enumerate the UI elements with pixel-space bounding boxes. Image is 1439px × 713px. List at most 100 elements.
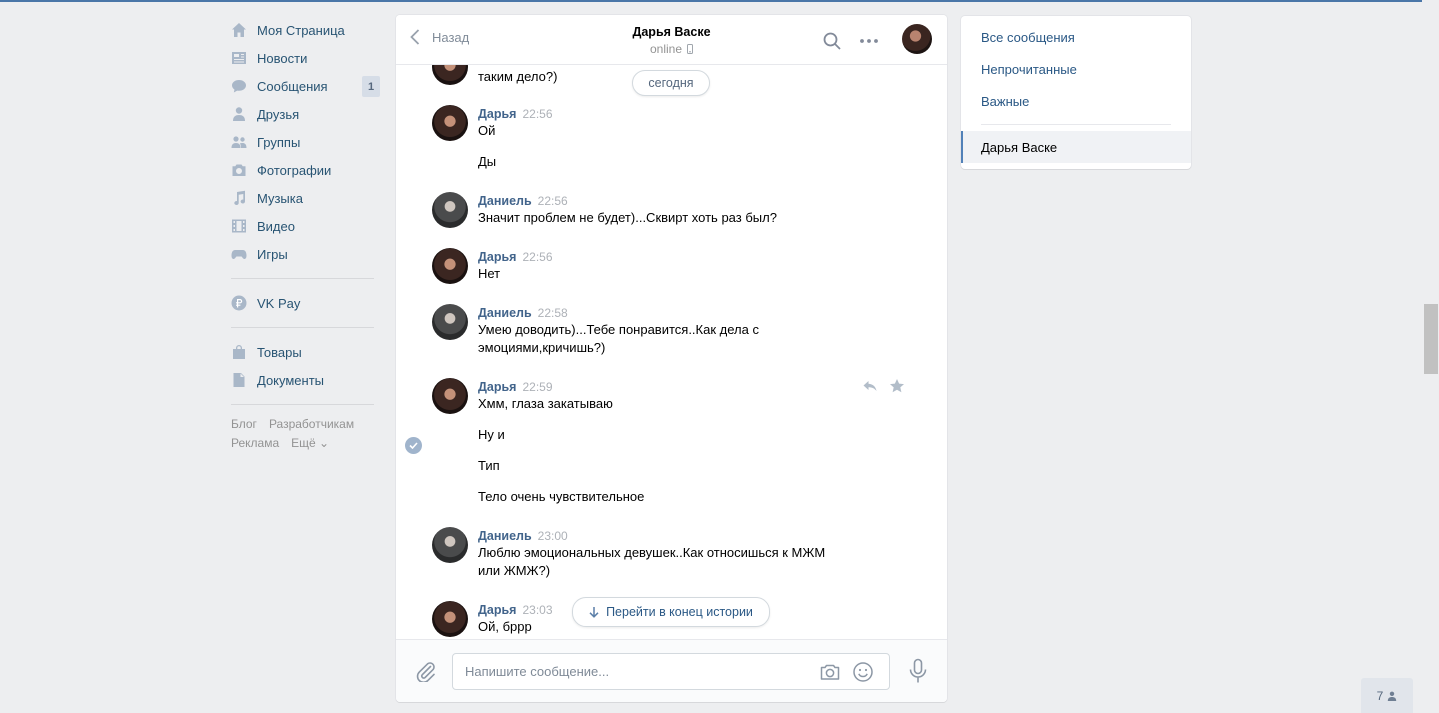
nav-item-photos[interactable]: Фотографии	[228, 156, 378, 184]
page-scrollbar-thumb[interactable]	[1424, 304, 1438, 374]
chat-header: Назад Дарья Васке online	[396, 15, 947, 65]
message-time[interactable]: 23:03	[522, 603, 552, 617]
document-icon	[230, 371, 248, 389]
date-separator: сегодня	[632, 70, 710, 96]
message-text: Ды	[478, 154, 497, 169]
reply-icon[interactable]	[862, 378, 878, 394]
nav-item-music[interactable]: Музыка	[228, 184, 378, 212]
music-icon	[230, 189, 248, 207]
author-name[interactable]: Даниель	[478, 529, 532, 543]
author-name[interactable]: Дарья	[478, 603, 516, 617]
friends-icon	[230, 105, 248, 123]
nav-item-label: Игры	[257, 246, 288, 262]
nav-divider	[231, 278, 374, 279]
nav-footer: Блог Разработчикам Реклама Ещё ⌄	[228, 415, 378, 453]
peer-avatar[interactable]	[902, 24, 932, 54]
peer-status-label: online	[649, 42, 683, 56]
message-filters-panel: Все сообщения Непрочитанные Важные Дарья…	[961, 16, 1191, 169]
user-icon	[1388, 691, 1397, 701]
nav-item-my-page[interactable]: Моя Страница	[228, 16, 378, 44]
message-time[interactable]: 23:00	[538, 529, 568, 543]
nav-item-label: Сообщения	[257, 78, 328, 94]
nav-item-label: Фотографии	[257, 162, 332, 178]
camera-icon	[230, 161, 248, 179]
avatar[interactable]	[432, 105, 468, 141]
star-icon[interactable]	[889, 378, 905, 394]
nav-item-label: Группы	[257, 134, 301, 150]
nav-item-label: VK Pay	[257, 295, 301, 311]
arrow-down-icon	[589, 607, 599, 618]
online-friends-counter[interactable]: 7	[1361, 678, 1413, 713]
nav-item-documents[interactable]: Документы	[228, 366, 378, 394]
nav-item-label: Видео	[257, 218, 295, 234]
search-icon[interactable]	[822, 31, 842, 51]
message-input[interactable]	[465, 654, 805, 689]
home-icon	[230, 21, 248, 39]
avatar[interactable]	[432, 601, 468, 637]
camera-icon[interactable]	[819, 661, 841, 683]
mobile-phone-icon	[687, 44, 694, 54]
jump-to-end-button[interactable]: Перейти в конец истории	[572, 597, 770, 627]
nav-item-games[interactable]: Игры	[228, 240, 378, 268]
nav-item-market[interactable]: Товары	[228, 338, 378, 366]
peer-status: online	[649, 42, 694, 56]
author-name[interactable]: Дарья	[478, 380, 516, 394]
message-header: Даниель 22:56	[478, 193, 568, 208]
select-message-checkbox[interactable]	[405, 437, 422, 454]
message-time[interactable]: 22:59	[522, 380, 552, 394]
message-header: Дарья 22:59	[478, 379, 553, 394]
emoji-smile-icon[interactable]	[852, 661, 874, 683]
avatar[interactable]	[432, 527, 468, 563]
games-icon	[230, 245, 248, 263]
nav-item-label: Друзья	[257, 106, 300, 122]
author-name[interactable]: Дарья	[478, 107, 516, 121]
filters-divider	[981, 124, 1171, 125]
attach-paperclip-icon[interactable]	[415, 660, 437, 682]
message-text: Хмм, глаза закатываю	[478, 396, 613, 411]
nav-item-messages[interactable]: Сообщения 1	[228, 72, 380, 100]
message-text: Значит проблем не будет)...Сквирт хоть р…	[478, 210, 777, 225]
message-header: Даниель 23:00	[478, 528, 568, 543]
nav-item-groups[interactable]: Группы	[228, 128, 378, 156]
filter-important[interactable]: Важные	[981, 94, 1029, 109]
nav-item-friends[interactable]: Друзья	[228, 100, 378, 128]
author-name[interactable]: Даниель	[478, 306, 532, 320]
filter-unread[interactable]: Непрочитанные	[981, 62, 1077, 77]
active-conversation-item[interactable]: Дарья Васке	[961, 131, 1191, 163]
message-text: Ой	[478, 123, 496, 138]
nav-item-vkpay[interactable]: VK Pay	[228, 289, 378, 317]
footer-link-ads[interactable]: Реклама	[231, 436, 279, 450]
footer-link-more[interactable]: Ещё ⌄	[291, 436, 329, 450]
message-text: Тип	[478, 458, 500, 473]
microphone-icon[interactable]	[906, 658, 930, 684]
author-name[interactable]: Даниель	[478, 194, 532, 208]
nav-item-label: Товары	[257, 344, 302, 360]
message-text: Ну и	[478, 427, 505, 442]
message-time[interactable]: 22:56	[522, 250, 552, 264]
nav-item-news[interactable]: Новости	[228, 44, 378, 72]
footer-link-developers[interactable]: Разработчикам	[269, 417, 354, 431]
author-name[interactable]: Дарья	[478, 250, 516, 264]
online-count: 7	[1376, 688, 1384, 703]
jump-to-end-label: Перейти в конец истории	[606, 605, 753, 619]
avatar[interactable]	[432, 304, 468, 340]
nav-item-video[interactable]: Видео	[228, 212, 378, 240]
message-time[interactable]: 22:56	[522, 107, 552, 121]
message-text: Нет	[478, 266, 501, 281]
nav-item-label: Музыка	[257, 190, 303, 206]
footer-link-blog[interactable]: Блог	[231, 417, 257, 431]
message-header: Дарья 23:03	[478, 602, 553, 617]
message-time[interactable]: 22:58	[538, 306, 568, 320]
filter-all-messages[interactable]: Все сообщения	[981, 30, 1075, 45]
message-time[interactable]: 22:56	[538, 194, 568, 208]
message-text: Люблю эмоциональных девушек..Как относиш…	[478, 545, 826, 578]
message-input-box	[452, 653, 890, 690]
avatar[interactable]	[432, 248, 468, 284]
messages-icon	[230, 77, 248, 95]
groups-icon	[230, 133, 248, 151]
avatar[interactable]	[432, 192, 468, 228]
avatar[interactable]	[432, 378, 468, 414]
avatar[interactable]	[432, 65, 468, 85]
nav-item-label: Документы	[257, 372, 325, 388]
more-options-icon[interactable]	[859, 31, 879, 51]
